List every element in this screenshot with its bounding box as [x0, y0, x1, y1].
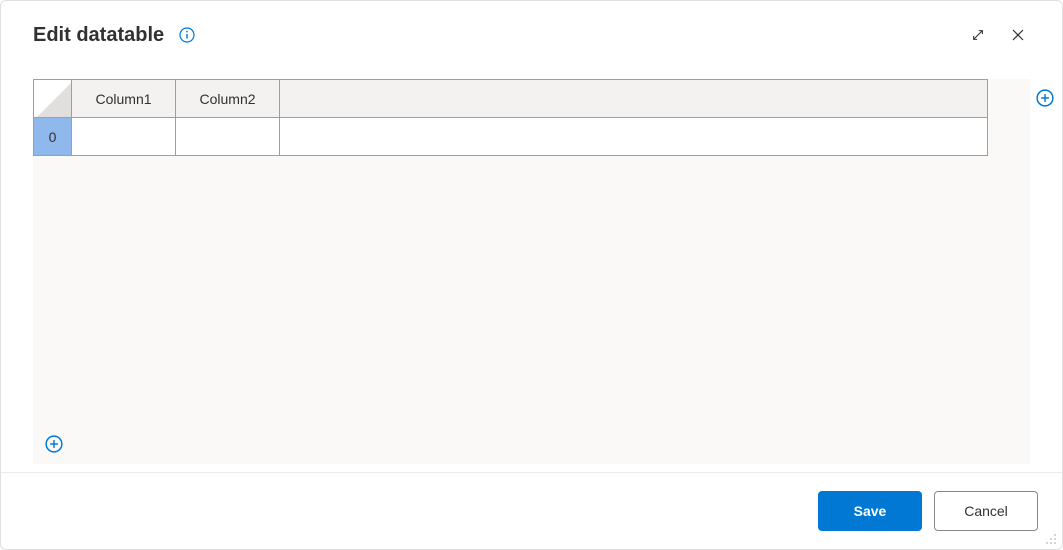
- datatable-grid[interactable]: Column1 Column2 0: [33, 79, 988, 156]
- resize-grip-icon[interactable]: [1045, 532, 1059, 546]
- edit-datatable-dialog: Edit datatable: [0, 0, 1063, 550]
- column-header[interactable]: Column2: [176, 80, 280, 118]
- dialog-header: Edit datatable: [1, 1, 1062, 61]
- editor-area: Column1 Column2 0: [33, 79, 1030, 464]
- cell[interactable]: [176, 118, 280, 156]
- add-column-button[interactable]: [1036, 89, 1054, 112]
- column-header[interactable]: [280, 80, 988, 118]
- dialog-title: Edit datatable: [33, 24, 164, 47]
- info-icon[interactable]: [178, 26, 196, 44]
- column-header[interactable]: Column1: [72, 80, 176, 118]
- expand-icon[interactable]: [962, 19, 994, 51]
- table-row: 0: [34, 118, 988, 156]
- add-row-button[interactable]: [45, 435, 63, 458]
- dialog-footer: Save Cancel: [1, 472, 1062, 549]
- close-icon[interactable]: [1002, 19, 1034, 51]
- row-index[interactable]: 0: [34, 118, 72, 156]
- cell[interactable]: [72, 118, 176, 156]
- select-all-corner[interactable]: [34, 80, 72, 118]
- save-button[interactable]: Save: [818, 491, 922, 531]
- grid-wrapper: Column1 Column2 0: [33, 79, 988, 464]
- cancel-button[interactable]: Cancel: [934, 491, 1038, 531]
- cell[interactable]: [280, 118, 988, 156]
